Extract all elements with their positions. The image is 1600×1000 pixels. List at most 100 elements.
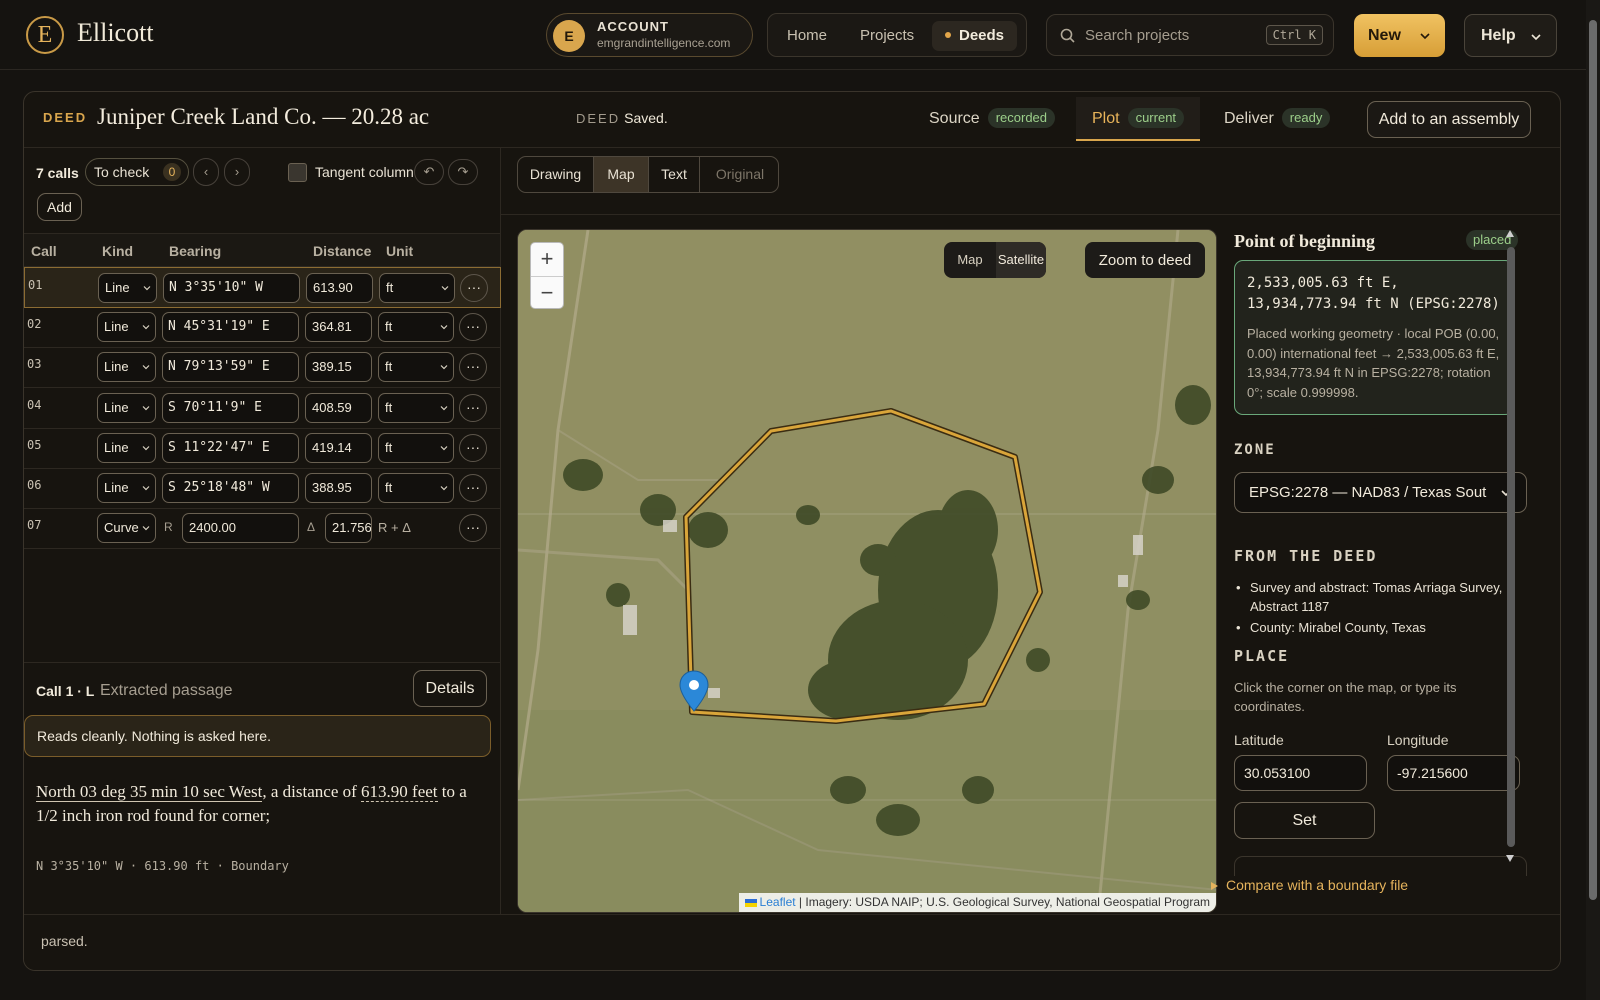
zoom-in-button[interactable]: +: [531, 243, 563, 276]
next-call-button[interactable]: ›: [224, 158, 250, 186]
radius-input[interactable]: 2400.00: [182, 513, 299, 543]
distance-input[interactable]: 613.90: [306, 273, 373, 303]
scroll-up-icon[interactable]: [1505, 229, 1515, 239]
add-call-button[interactable]: Add: [37, 193, 82, 221]
bearing-input[interactable]: S 25°18'48" W: [162, 473, 299, 503]
table-row[interactable]: 02 Line N 45°31'19" E 364.81 ft ···: [24, 307, 501, 349]
from-deed-heading: FROM THE DEED: [1234, 547, 1378, 565]
more-icon: ···: [466, 479, 480, 495]
row-menu-button[interactable]: ···: [459, 474, 487, 502]
kind-select[interactable]: Line: [97, 473, 156, 503]
map-view[interactable]: + − Map Satellite Zoom to deed Leaflet |…: [517, 229, 1217, 913]
latitude-input[interactable]: [1234, 755, 1367, 791]
tab-text[interactable]: Text: [649, 157, 700, 192]
row-menu-button[interactable]: ···: [459, 393, 487, 422]
curve-mode: R + Δ: [378, 520, 411, 535]
delta-input[interactable]: 21.756: [325, 513, 372, 543]
passage-bearing[interactable]: North 03 deg 35 min 10 sec West: [36, 782, 263, 802]
page-scrollbar[interactable]: [1586, 0, 1600, 1000]
tab-drawing[interactable]: Drawing: [518, 157, 594, 192]
kind-select[interactable]: Line: [98, 273, 157, 303]
chevron-down-icon: [440, 325, 448, 330]
unit-select[interactable]: ft: [378, 473, 454, 503]
search-input[interactable]: [1085, 23, 1265, 47]
table-row[interactable]: 04 Line S 70°11'9" E 408.59 ft ···: [24, 388, 501, 429]
bearing-input[interactable]: N 3°35'10" W: [163, 273, 300, 303]
kind-select[interactable]: Curve: [97, 513, 156, 543]
pob-marker-icon[interactable]: [679, 670, 709, 712]
scroll-down-icon[interactable]: [1505, 853, 1515, 863]
unit-select[interactable]: ft: [379, 273, 455, 303]
table-row[interactable]: 05 Line S 11°22'47" E 419.14 ft ···: [24, 428, 501, 469]
redo-button[interactable]: ↷: [448, 159, 478, 185]
flag-icon: [744, 898, 757, 907]
passage-distance[interactable]: 613.90 feet: [361, 782, 438, 802]
distance-input[interactable]: 364.81: [305, 312, 372, 343]
tab-source[interactable]: Source recorded: [929, 97, 1056, 141]
to-check-filter[interactable]: To check 0: [85, 158, 189, 186]
kind-select[interactable]: Line: [97, 352, 156, 383]
bearing-input[interactable]: S 70°11'9" E: [162, 392, 299, 423]
add-to-assembly-button[interactable]: Add to an assembly: [1367, 101, 1531, 138]
more-icon: ···: [466, 519, 480, 535]
chevron-down-icon: [440, 365, 448, 370]
zone-select[interactable]: EPSG:2278 — NAD83 / Texas South Central: [1234, 472, 1527, 513]
row-menu-button[interactable]: ···: [460, 274, 488, 302]
unit-select[interactable]: ft: [378, 432, 454, 463]
distance-input[interactable]: 408.59: [305, 392, 372, 423]
unit-value: ft: [385, 319, 393, 335]
unit-select[interactable]: ft: [378, 312, 454, 343]
layer-map-button[interactable]: Map: [944, 242, 996, 278]
save-status-value: Saved.: [624, 110, 668, 126]
page-scrollbar-thumb[interactable]: [1589, 20, 1597, 900]
nav-deeds[interactable]: Deeds: [932, 21, 1018, 51]
distance-input[interactable]: 388.95: [305, 473, 372, 503]
app-logo[interactable]: E: [26, 16, 64, 54]
sidebar-scrollbar[interactable]: [1504, 229, 1516, 865]
zoom-to-deed-button[interactable]: Zoom to deed: [1085, 242, 1205, 278]
undo-icon: ↶: [423, 164, 435, 179]
table-row[interactable]: 06 Line S 25°18'48" W 388.95 ft ···: [24, 468, 501, 509]
leaflet-link[interactable]: Leaflet: [760, 895, 796, 909]
unit-select[interactable]: ft: [378, 352, 454, 383]
row-menu-button[interactable]: ···: [459, 433, 487, 462]
nav-home[interactable]: Home: [774, 21, 840, 51]
tab-plot[interactable]: Plot current: [1076, 97, 1201, 141]
undo-button[interactable]: ↶: [414, 159, 444, 185]
new-button[interactable]: New: [1354, 14, 1445, 57]
details-button[interactable]: Details: [413, 670, 487, 707]
zoom-out-button[interactable]: −: [531, 276, 563, 309]
account-menu[interactable]: E ACCOUNT emgrandintelligence.com: [546, 13, 753, 57]
row-menu-button[interactable]: ···: [459, 514, 487, 542]
row-menu-button[interactable]: ···: [459, 353, 487, 382]
logo-letter: E: [37, 21, 53, 48]
status-text: parsed.: [41, 933, 88, 949]
bearing-input[interactable]: S 11°22'47" E: [162, 432, 299, 463]
distance-input[interactable]: 389.15: [305, 352, 372, 383]
nav-projects[interactable]: Projects: [847, 21, 927, 51]
save-status-label: DEED: [576, 111, 621, 126]
kind-select[interactable]: Line: [97, 312, 156, 343]
prev-call-button[interactable]: ‹: [193, 158, 219, 186]
tab-map[interactable]: Map: [594, 157, 649, 192]
set-button[interactable]: Set: [1234, 802, 1375, 839]
compare-boundary-toggle[interactable]: Compare with a boundary file: [1211, 877, 1408, 893]
bearing-input[interactable]: N 79°13'59" E: [162, 352, 299, 383]
scrollbar-thumb[interactable]: [1507, 247, 1515, 847]
help-button[interactable]: Help: [1464, 14, 1557, 57]
bearing-input[interactable]: N 45°31'19" E: [162, 312, 299, 343]
row-menu-button[interactable]: ···: [459, 313, 487, 342]
tangent-column-checkbox[interactable]: [288, 163, 307, 182]
distance-input[interactable]: 419.14: [305, 432, 372, 463]
tab-deliver[interactable]: Deliver ready: [1224, 97, 1331, 141]
table-row-curve[interactable]: 07 Curve R 2400.00 Δ 21.756 R + Δ ···: [24, 508, 501, 549]
table-row[interactable]: 01 Line N 3°35'10" W 613.90 ft ···: [24, 267, 501, 308]
kind-select[interactable]: Line: [97, 432, 156, 463]
table-row[interactable]: 03 Line N 79°13'59" E 389.15 ft ···: [24, 347, 501, 389]
nav-deeds-label: Deeds: [959, 27, 1005, 44]
status-badge: recorded: [987, 107, 1056, 128]
layer-satellite-button[interactable]: Satellite: [996, 242, 1046, 278]
longitude-input[interactable]: [1387, 755, 1520, 791]
unit-select[interactable]: ft: [378, 392, 454, 423]
kind-select[interactable]: Line: [97, 392, 156, 423]
